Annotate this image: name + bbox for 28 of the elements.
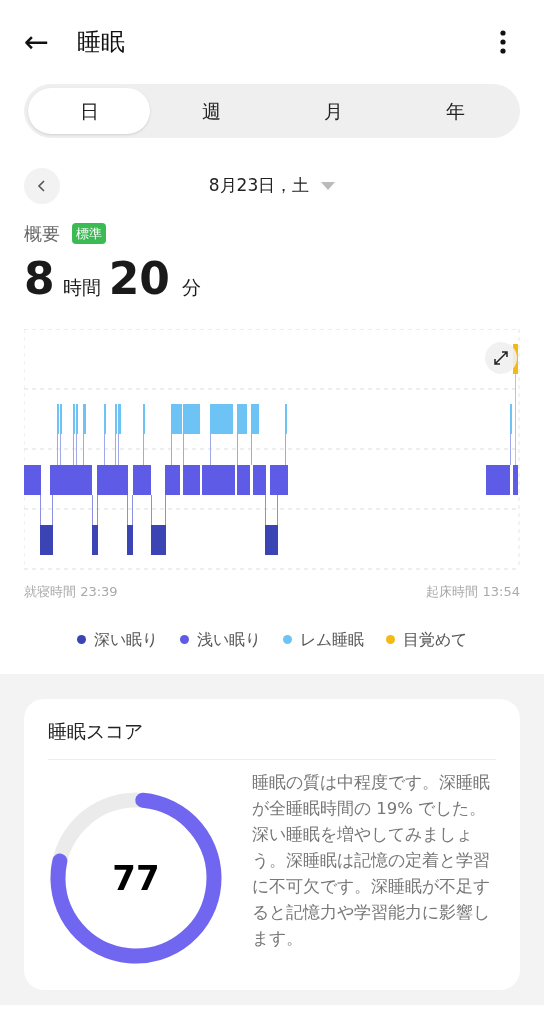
quality-badge: 標準: [72, 222, 106, 245]
minutes-value: 20: [108, 252, 170, 306]
legend-label: 浅い眠り: [197, 628, 261, 651]
period-tab[interactable]: 日: [28, 88, 150, 134]
period-tab[interactable]: 月: [272, 88, 394, 134]
wake-time-label: 起床時間 13:54: [426, 583, 520, 601]
legend-label: 目覚めて: [403, 628, 467, 651]
score-value: 77: [112, 856, 160, 900]
expand-button[interactable]: [485, 342, 517, 374]
expand-icon: [493, 350, 509, 366]
legend-label: 深い眠り: [94, 628, 158, 651]
score-card-title: 睡眠スコア: [48, 716, 496, 760]
bedtime-label: 就寝時間 23:39: [24, 583, 118, 601]
score-description: 睡眠の質は中程度です。深睡眠が全睡眠時間の 19% でした。深い睡眠を増やしてみましょう。深睡眠は記憶の定着と学習に不可欠です。深睡眠が不足すると記憶力や学習能力に影響します。: [252, 772, 491, 950]
date-selector[interactable]: 8月23日，土: [208, 173, 336, 199]
page-title: 睡眠: [77, 27, 126, 58]
overview-label: 概要: [24, 222, 60, 246]
hours-unit: 時間: [62, 275, 101, 300]
chevron-left-icon: [37, 179, 47, 193]
hours-value: 8: [24, 252, 55, 306]
period-tab[interactable]: 年: [394, 88, 516, 134]
previous-day-button[interactable]: [24, 168, 60, 204]
minutes-unit: 分: [181, 275, 201, 300]
period-tab[interactable]: 週: [150, 88, 272, 134]
more-icon[interactable]: [500, 30, 506, 54]
dropdown-icon: [321, 181, 336, 191]
legend-label: レム睡眠: [300, 628, 364, 651]
back-button[interactable]: ←: [24, 27, 50, 57]
